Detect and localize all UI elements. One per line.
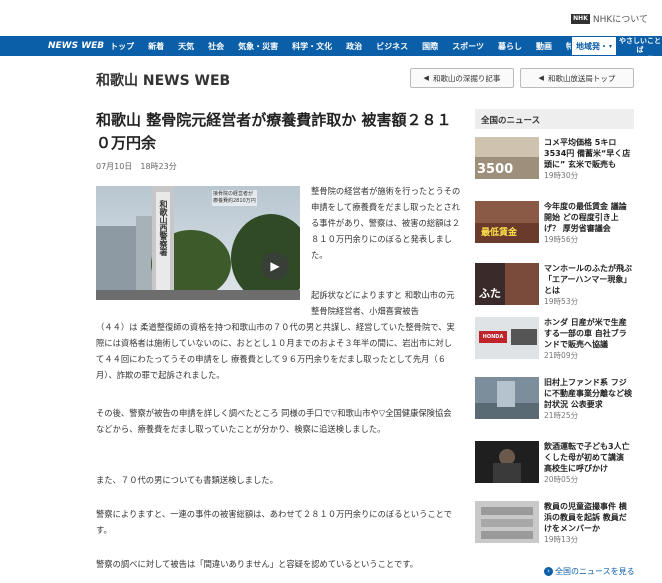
article-date: 07月10日 18時23分 — [96, 162, 177, 171]
nav-item-video[interactable]: 動画 — [536, 41, 552, 52]
arrow-right-icon: › — [544, 567, 553, 576]
nav-item-life[interactable]: 暮らし — [498, 41, 522, 52]
news-thumbnail: 最低賃金 — [475, 201, 539, 243]
feature-articles-button[interactable]: ◀ 和歌山の深掘り記事 — [410, 68, 514, 88]
nav-item-science[interactable]: 科学・文化 — [292, 41, 332, 52]
chevron-down-icon: ▾ — [608, 42, 612, 50]
nav-easy-label-2: ニュース — [626, 55, 654, 63]
sidebar-news-item[interactable]: 飲酒運転で子ども3人亡くした母が初めて講演 高校生に呼びかけ 20時05分 — [475, 441, 634, 489]
sidebar-news-item[interactable]: 最低賃金 今年度の最低賃金 議論開始 どの程度引き上げ？ 厚労省審議会 19時5… — [475, 201, 634, 249]
station-title[interactable]: 和歌山 NEWS WEB — [96, 70, 230, 90]
news-time: 19時53分 — [544, 297, 579, 306]
nav-item-top[interactable]: トップ — [110, 41, 134, 52]
sidebar-news-item[interactable]: 教員の児童盗撮事件 横浜の教員を起訴 教員だけをメンバーか 19時13分 — [475, 501, 634, 549]
station-top-label: 和歌山放送局トップ — [547, 73, 616, 83]
news-thumbnail — [475, 501, 539, 543]
play-icon[interactable]: ▶ — [261, 252, 289, 280]
article-paragraph-1: 整骨院の経営者が施術を行ったとうその申請をして療養費をだまし取ったとされる事件が… — [311, 186, 461, 260]
chevron-left-icon: ◀ — [538, 74, 544, 82]
news-thumbnail — [475, 441, 539, 483]
nav-item-disaster[interactable]: 気象・災害 — [238, 41, 278, 52]
nav-item-sports[interactable]: スポーツ — [452, 41, 484, 52]
nhk-about-link[interactable]: NHK NHKについて — [571, 12, 648, 25]
more-national-news-label: 全国のニュースを見る — [555, 567, 635, 576]
news-thumbnail: ふた — [475, 263, 539, 305]
sidebar-news-item[interactable]: HONDA ホンダ 日産が米で生産する一部の車 自社ブランドで販売へ協議 21時… — [475, 317, 634, 365]
news-title: 飲酒運転で子ども3人亡くした母が初めて講演 高校生に呼びかけ — [544, 442, 630, 473]
article-paragraph-6: 警察の調べに対して被告は「間違いありません」と容疑を認めているということです。 — [96, 559, 419, 569]
nhk-logo-icon: NHK — [571, 13, 590, 24]
main-nav: NEWS WEB トップ 新着 天気 社会 気象・災害 科学・文化 政治 ビジネ… — [0, 36, 662, 63]
nhk-about-label: NHKについて — [592, 15, 648, 25]
news-title: ホンダ 日産が米で生産する一部の車 自社ブランドで販売へ協議 — [544, 318, 627, 349]
article-paragraph-3: その後、警察が被告の申請を詳しく調べたところ 同様の手口で▽和歌山市や▽全国健康… — [96, 408, 452, 434]
station-top-button[interactable]: ◀ 和歌山放送局トップ — [520, 68, 634, 88]
news-time: 19時13分 — [544, 535, 579, 544]
article-paragraph-2-start: 起訴状などによりますと 和歌山市の元整骨院経営者、小畑喜實被告 — [311, 290, 455, 316]
nav-item-weather[interactable]: 天気 — [178, 41, 194, 52]
top-bar: NHK NHKについて — [0, 0, 662, 36]
photo-caption: 接骨院の経営者が 療養費約2810万円 — [212, 190, 257, 206]
news-time: 21時09分 — [544, 351, 579, 360]
news-thumbnail — [475, 377, 539, 419]
nav-region-dropdown[interactable]: 地域発・ ▾ — [571, 36, 617, 56]
nav-item-international[interactable]: 国際 — [422, 41, 438, 52]
nav-item-politics[interactable]: 政治 — [346, 41, 362, 52]
police-sign: 和歌山西警察署 — [159, 200, 168, 256]
sidebar-heading: 全国のニュース — [475, 109, 634, 129]
news-title: コメ平均価格 5キロ 3534円 備蓄米“早く店頭に” 玄米で販売も — [544, 138, 631, 169]
news-title: 今年度の最低賃金 議論開始 どの程度引き上げ？ 厚労省審議会 — [544, 202, 627, 233]
sidebar-news-item[interactable]: 旧村上ファンド系 フジに不動産事業分離など検討状況 公表要求 21時25分 — [475, 377, 634, 425]
nav-item-new[interactable]: 新着 — [148, 41, 164, 52]
nav-region-label: 地域発・ — [575, 41, 608, 51]
national-news-sidebar: 全国のニュース 3500 コメ平均価格 5キロ 3534円 備蓄米“早く店頭に”… — [475, 109, 634, 544]
article-photo — [96, 186, 300, 300]
article-title: 和歌山 整骨院元経営者が療養費詐取か 被害額２８１０万円余 — [96, 111, 452, 152]
article-paragraph-5: 警察によりますと、一連の事件の被害総額は、あわせて２８１０万円余りにのぼるという… — [96, 509, 453, 535]
article-paragraph-2: （４４）は 柔道整復師の資格を持つ和歌山市の７０代の男と共謀し、経営していた整骨… — [96, 322, 455, 380]
news-web-logo[interactable]: NEWS WEB — [48, 41, 104, 51]
news-title: 旧村上ファンド系 フジに不動産事業分離など検討状況 公表要求 — [544, 378, 632, 409]
news-time: 19時56分 — [544, 235, 579, 244]
article-video[interactable]: 接骨院の経営者が 療養費約2810万円 和歌山西警察署 ▶ — [96, 186, 300, 300]
nav-item-business[interactable]: ビジネス — [376, 41, 408, 52]
nav-item-society[interactable]: 社会 — [208, 41, 224, 52]
news-time: 20時05分 — [544, 475, 579, 484]
sidebar-news-item[interactable]: 3500 コメ平均価格 5キロ 3534円 備蓄米“早く店頭に” 玄米で販売も … — [475, 137, 634, 185]
news-time: 19時30分 — [544, 171, 579, 180]
sidebar-news-item[interactable]: ふた マンホールのふたが飛ぶ「エアーハンマー現象」とは 19時53分 — [475, 263, 634, 311]
news-time: 21時25分 — [544, 411, 579, 420]
nav-easy-label-1: やさしいことば — [619, 37, 661, 54]
news-thumbnail: HONDA — [475, 317, 539, 359]
news-title: マンホールのふたが飛ぶ「エアーハンマー現象」とは — [544, 264, 632, 295]
news-title: 教員の児童盗撮事件 横浜の教員を起訴 教員だけをメンバーか — [544, 502, 627, 533]
feature-articles-label: 和歌山の深掘り記事 — [432, 73, 501, 83]
article-paragraph-4: また、７０代の男についても書類送検しました。 — [96, 475, 278, 485]
chevron-left-icon: ◀ — [423, 74, 429, 82]
news-thumbnail: 3500 — [475, 137, 539, 179]
more-national-news-link[interactable]: › 全国のニュースを見る — [544, 566, 635, 577]
nav-easy-news[interactable]: やさしいことば ニュース — [618, 36, 662, 63]
